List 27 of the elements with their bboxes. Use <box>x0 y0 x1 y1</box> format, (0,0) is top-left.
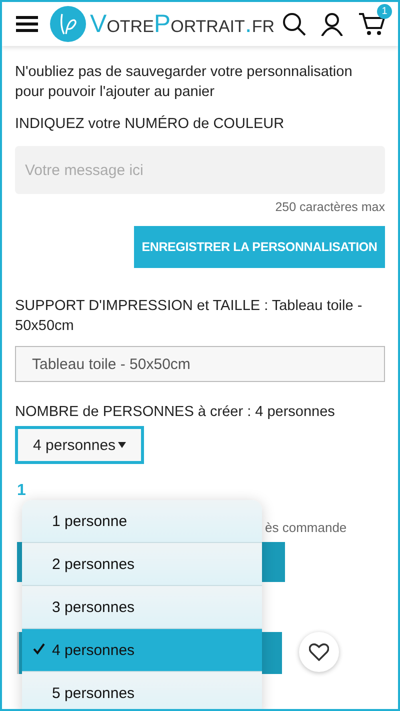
dropdown-option[interactable]: 1 personne <box>22 500 262 543</box>
cart-icon[interactable] <box>358 12 386 36</box>
field-label: NOMBRE de PERSONNES à créer : 4 personnes <box>15 403 336 422</box>
search-icon[interactable] <box>282 12 306 36</box>
dropdown-menu[interactable]: 1 personne 2 personnes 3 personnes 4 personnes 5 personnes <box>22 500 262 709</box>
heart-icon <box>309 643 329 661</box>
dropdown-option[interactable]: 2 personnes <box>22 543 262 586</box>
input-field[interactable]: Votre message ici <box>15 146 385 194</box>
field-label: INDIQUEZ votre NUMÉRO de COULEUR <box>15 114 286 134</box>
account-icon[interactable] <box>320 12 344 36</box>
logo-text[interactable]: VOTREPORTRAIT.FR <box>90 10 275 38</box>
dropdown-option[interactable]: 3 personnes <box>22 586 262 629</box>
menu-icon[interactable] <box>16 16 38 32</box>
check-icon <box>33 643 45 655</box>
info-text: ès commande <box>265 520 347 535</box>
wishlist-button[interactable] <box>299 632 339 672</box>
notice-text: N'oubliez pas de sauvegarder votre personnalisation pour pouvoir l'ajouter au panier <box>15 63 354 102</box>
support-select[interactable]: Tableau toile - 50x50cm <box>15 346 385 382</box>
caret-icon <box>118 442 126 448</box>
dropdown-option[interactable]: 5 personnes <box>22 672 262 709</box>
character-limit: 250 caractères max <box>274 200 385 214</box>
dropdown-option[interactable]: 4 personnes <box>22 629 262 672</box>
field-label: SUPPORT D'IMPRESSION et TAILLE : Tableau toile - 50x50cm <box>15 297 364 336</box>
persons-select[interactable]: 4 personnes <box>15 426 144 464</box>
cart-badge: 1 <box>377 4 392 19</box>
logo-icon[interactable] <box>50 6 86 42</box>
price-text: 1 <box>17 482 26 500</box>
